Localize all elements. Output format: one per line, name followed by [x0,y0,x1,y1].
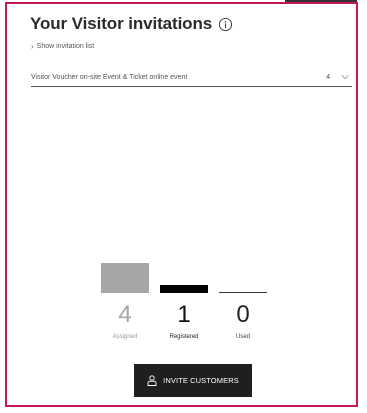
page-title: Your Visitor invitations [30,14,213,33]
registered-bar [160,285,208,293]
assigned-label: Assigned [112,334,138,340]
used-label: Used [235,334,250,340]
select-count: 4 [326,74,330,81]
used-bar [219,292,267,293]
info-icon[interactable] [218,17,233,32]
assigned-bar [101,263,149,293]
invitation-type-select[interactable]: Visitor Voucher on-site Event & Ticket o… [31,72,352,87]
show-invitation-list-label: Show invitation list [36,43,95,50]
select-selected-text: Visitor Voucher on-site Event & Ticket o… [31,74,188,81]
title-row: Your Visitor invitations [30,14,233,34]
chevron-down-icon [341,75,349,80]
assigned-count: 4 [118,301,132,328]
registered-label: Registered [169,334,199,340]
show-invitation-list-link[interactable]: › Show invitation list [31,42,94,51]
invite-customers-label: INVITE CUSTOMERS [163,376,239,385]
invite-customers-button[interactable]: INVITE CUSTOMERS [134,364,252,397]
registered-count: 1 [177,301,191,328]
chevron-right-icon: › [31,42,34,51]
used-count: 0 [236,301,250,328]
visitor-invitations-card [5,2,358,407]
user-icon [147,375,157,386]
